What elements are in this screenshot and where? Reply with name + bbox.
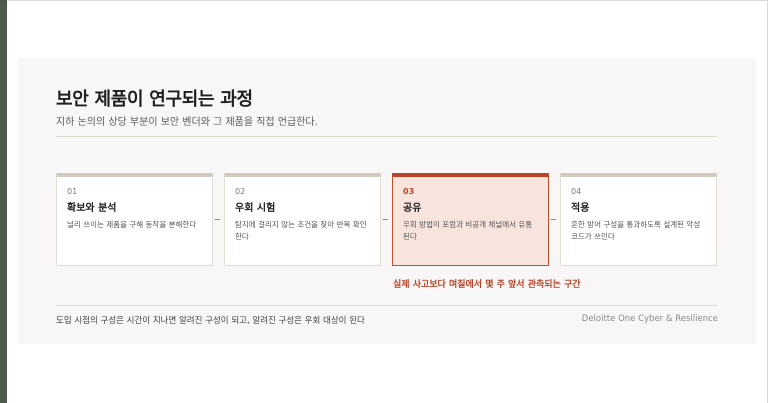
step-description: 탐지에 걸리지 않는 조건을 찾아 반복 확인한다 <box>235 220 367 241</box>
footer-divider <box>56 305 717 306</box>
header-divider <box>56 136 717 137</box>
step-card-3-highlighted: 03 공유 우회 방법이 포럼과 비공개 채널에서 유통된다 <box>392 173 549 266</box>
step-number: 02 <box>235 187 246 196</box>
step-connector-2 <box>383 219 388 220</box>
step-number: 04 <box>571 187 582 196</box>
step-connector-3 <box>551 219 556 220</box>
footer-note: 도입 시점의 구성은 시간이 지나면 알려진 구성이 되고, 알려진 구성은 우… <box>56 316 365 326</box>
frame-top-border <box>7 0 768 1</box>
footer-brand: Deloitte One Cyber & Resilience <box>581 314 718 324</box>
step-card-2: 02 우회 시험 탐지에 걸리지 않는 조건을 찾아 반복 확인한다 <box>224 173 381 266</box>
step-description: 널리 쓰이는 제품을 구해 동작을 분해한다 <box>67 220 197 229</box>
left-accent-bar <box>0 0 7 403</box>
page-title: 보안 제품이 연구되는 과정 <box>56 89 253 110</box>
highlight-callout: 실제 사고보다 며칠에서 몇 주 앞서 관측되는 구간 <box>393 280 581 290</box>
step-title: 확보와 분석 <box>67 203 117 214</box>
step-connector-1 <box>215 219 220 220</box>
page-subtitle: 지하 논의의 상당 부분이 보안 벤더와 그 제품을 직접 언급한다. <box>56 117 318 128</box>
step-number: 03 <box>403 187 415 196</box>
step-description: 흔한 방어 구성을 통과하도록 설계된 악성코드가 쓰인다 <box>571 220 701 241</box>
step-card-1: 01 확보와 분석 널리 쓰이는 제품을 구해 동작을 분해한다 <box>56 173 213 266</box>
step-number: 01 <box>67 187 78 196</box>
step-description: 우회 방법이 포럼과 비공개 채널에서 유통된다 <box>403 220 533 241</box>
step-card-4: 04 적용 흔한 방어 구성을 통과하도록 설계된 악성코드가 쓰인다 <box>560 173 717 266</box>
step-title: 우회 시험 <box>235 203 276 214</box>
step-title: 공유 <box>403 203 422 214</box>
content-panel: 보안 제품이 연구되는 과정 지하 논의의 상당 부분이 보안 벤더와 그 제품… <box>18 58 756 344</box>
step-title: 적용 <box>571 203 590 214</box>
